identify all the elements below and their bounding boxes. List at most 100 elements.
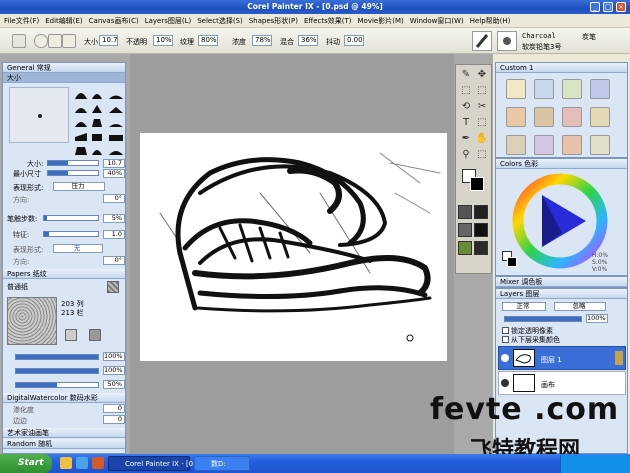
custom-palette-header[interactable]: Custom 1 [496,63,627,73]
pick-underlying-checkbox[interactable] [502,336,509,343]
brush-category-name[interactable]: Charcoal [522,32,556,40]
crop-icon[interactable]: ⟲ [459,100,473,114]
direction2-value[interactable]: 0° [103,256,125,265]
paper-selector-icon[interactable] [458,205,472,219]
rotate-page-icon[interactable]: ⬚ [475,148,489,162]
menu-canvas[interactable]: Canvas画布(C) [89,16,139,26]
size-value[interactable]: 10.7 [103,159,125,168]
menu-file[interactable]: File文件(F) [4,16,39,26]
shape-tool-icon[interactable]: ⬚ [475,116,489,130]
layer-adjuster-icon[interactable]: ✥ [475,68,489,82]
brush-tool-icon[interactable]: ✎ [459,68,473,82]
custom-brush-11-icon[interactable] [562,135,582,155]
weaving-selector-icon[interactable] [474,223,488,237]
custom-brush-2-icon[interactable] [534,79,554,99]
paper-brightness-value[interactable]: 50% [103,380,125,389]
straight-line-icon[interactable] [62,34,76,48]
resat-field[interactable]: 78% [252,35,272,46]
menu-window[interactable]: Window窗口(W) [410,16,464,26]
scissors-icon[interactable]: ✂ [475,100,489,114]
grain-field[interactable]: 80% [198,35,218,46]
menu-shapes[interactable]: Shapes形状(P) [249,16,298,26]
custom-brush-6-icon[interactable] [534,107,554,127]
quicklaunch-icon-1[interactable] [60,457,72,469]
expression2-select[interactable]: 无 [53,244,103,253]
freehand-icon[interactable] [48,34,62,48]
task-folder[interactable]: 数D: [194,456,250,471]
main-color-swatch[interactable] [470,177,484,191]
paper-contrast-value[interactable]: 100% [103,366,125,375]
lasso-icon[interactable]: ⬚ [475,84,489,98]
custom-brush-10-icon[interactable] [534,135,554,155]
layer-opacity-value[interactable]: 100% [586,314,608,323]
menu-help[interactable]: Help帮助(H) [470,16,511,26]
feature-slider[interactable] [43,231,99,237]
direction-value[interactable]: 0° [103,194,125,203]
composite-depth-select[interactable]: 忽略 [554,302,606,311]
colors-header[interactable]: Colors 色彩 [496,159,627,169]
menu-layers[interactable]: Layers图层(L) [145,16,192,26]
custom-brush-8-icon[interactable] [590,107,610,127]
reset-tool-icon[interactable] [34,34,48,48]
custom-brush-4-icon[interactable] [590,79,610,99]
dropper-icon[interactable]: ✒ [459,132,473,146]
digital-watercolor-header[interactable]: DigitalWatercolor 数码水彩 [3,393,125,403]
brush-category-icon[interactable] [472,31,492,51]
invert-paper-icon[interactable] [89,329,101,341]
layer-row-layer1[interactable]: 图层 1 [498,346,626,370]
jitter-field[interactable]: 0.00 [344,35,364,46]
artist-oils-header[interactable]: 艺术家油画笔 [3,428,125,438]
menu-select[interactable]: Select选择(S) [197,16,243,26]
close-button[interactable]: × [616,2,626,12]
eye-icon[interactable] [501,379,509,387]
menu-movie[interactable]: Movie影片(M) [358,16,404,26]
paper-brightness-slider[interactable] [15,382,99,388]
minsize-slider[interactable] [47,170,99,176]
layers-header[interactable]: Layers 图层 [496,289,627,299]
expression-select[interactable]: 压力 [53,182,105,191]
layer-opacity-slider[interactable] [504,316,582,322]
paper-name[interactable]: 普通纸 [7,282,28,292]
menu-edit[interactable]: Edit编辑(E) [45,16,82,26]
custom-brush-5-icon[interactable] [506,107,526,127]
task-painter[interactable]: Corel Painter IX - [0.... [108,456,202,471]
custom-brush-3-icon[interactable] [562,79,582,99]
custom-brush-12-icon[interactable] [590,135,610,155]
drawing-canvas[interactable] [140,133,447,361]
look-selector-icon[interactable] [458,241,472,255]
papers-header[interactable]: Papers 纸纹 [3,269,125,279]
minimize-button[interactable]: _ [590,2,600,12]
size-field[interactable]: 10.7 [99,35,118,46]
random-header[interactable]: Random 随机 [3,439,125,449]
composite-method-select[interactable]: 正常 [502,302,546,311]
quicklaunch-icon-2[interactable] [76,457,88,469]
minsize-value[interactable]: 40% [103,169,125,178]
custom-brush-7-icon[interactable] [562,107,582,127]
size-slider[interactable] [47,160,99,166]
brush-variant-icon[interactable] [497,31,517,51]
paper-scale-slider[interactable] [15,354,99,360]
wet-value[interactable]: 0 [103,404,125,413]
colors-main-swatch[interactable] [507,257,517,267]
nozzle-selector-icon[interactable] [474,241,488,255]
paper-contrast-slider[interactable] [15,368,99,374]
paper-scale-value[interactable]: 100% [103,352,125,361]
quicklaunch-icon-3[interactable] [92,457,104,469]
eye-icon[interactable] [501,354,509,362]
gradient-selector-icon[interactable] [474,205,488,219]
brush-variant-name[interactable]: 软炭铅笔3号 [522,42,561,52]
feature-value[interactable]: 1.0 [103,230,125,239]
text-tool-icon[interactable]: T [459,116,473,130]
menu-effects[interactable]: Effects效果(T) [304,16,352,26]
size-header[interactable]: 大小 [3,73,125,83]
custom-brush-pencil-icon[interactable] [506,79,526,99]
brush-tool-icon[interactable] [12,34,26,48]
mixer-header[interactable]: Mixer 调色板 [496,277,627,287]
magnifier-icon[interactable]: ⚲ [459,148,473,162]
paper-swatch-icon[interactable] [107,281,119,293]
bleed-field[interactable]: 36% [298,35,318,46]
custom-brush-9-icon[interactable] [506,135,526,155]
edge-value[interactable]: 0 [103,415,125,424]
pattern-selector-icon[interactable] [458,223,472,237]
steps-slider[interactable] [43,215,99,221]
